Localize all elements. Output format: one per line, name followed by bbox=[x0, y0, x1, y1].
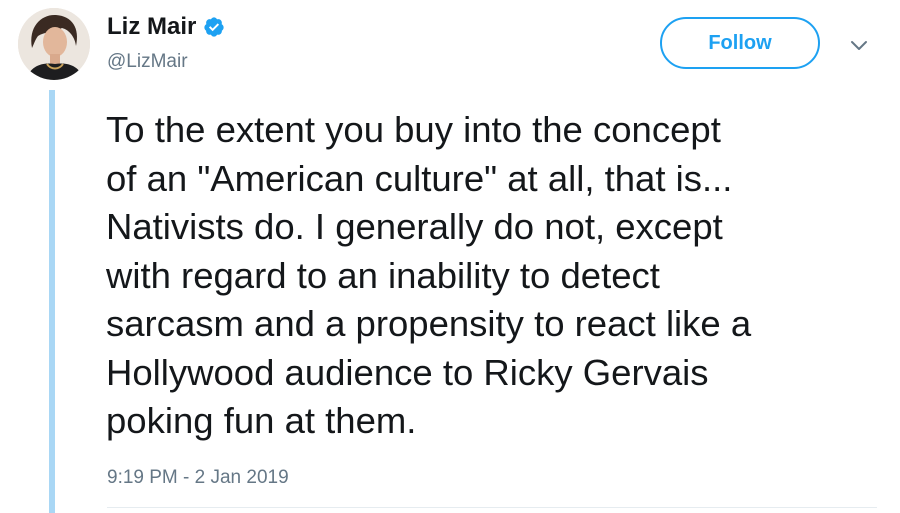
tweet-text: To the extent you buy into the concept o… bbox=[106, 106, 886, 446]
tweet-timestamp[interactable]: 9:19 PM - 2 Jan 2019 bbox=[107, 466, 289, 490]
tweet-text-line: sarcasm and a propensity to react like a bbox=[106, 303, 752, 344]
thread-connector-line bbox=[49, 90, 55, 513]
follow-button[interactable]: Follow bbox=[660, 17, 820, 69]
chevron-down-icon[interactable] bbox=[849, 38, 869, 52]
tweet-text-line: To the extent you buy into the concept bbox=[106, 109, 721, 150]
author-handle[interactable]: @LizMair bbox=[107, 50, 188, 74]
tweet-text-line: poking fun at them. bbox=[106, 400, 417, 441]
tweet-text-line: Hollywood audience to Ricky Gervais bbox=[106, 351, 709, 393]
profile-photo-icon bbox=[18, 8, 90, 80]
tweet-text-line: Nativists do. I generally do not, except bbox=[106, 206, 723, 247]
verified-badge-icon bbox=[204, 17, 224, 37]
author-display-name[interactable]: Liz Mair bbox=[107, 12, 196, 42]
tweet-text-line: of an "American culture" at all, that is… bbox=[106, 157, 733, 199]
tweet-text-line: with regard to an inability to detect bbox=[106, 254, 660, 296]
divider bbox=[107, 507, 877, 508]
author-name-row: Liz Mair bbox=[107, 12, 225, 42]
avatar[interactable] bbox=[18, 8, 90, 80]
